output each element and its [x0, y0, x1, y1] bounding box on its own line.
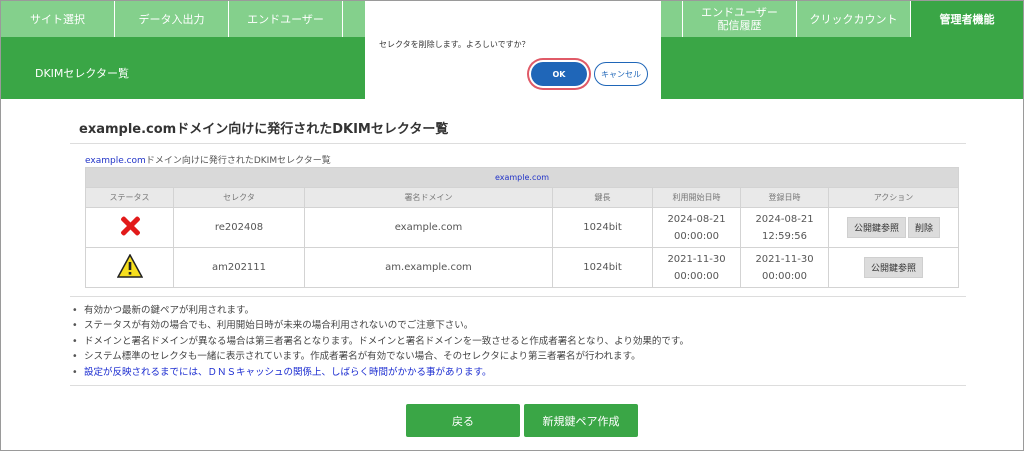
col-header-action: アクション	[828, 187, 959, 208]
ok-button[interactable]: OK	[531, 62, 587, 86]
col-header-key-length: 鍵長	[552, 187, 653, 208]
create-key-pair-button[interactable]: 新規鍵ペア作成	[524, 404, 638, 437]
page-title: example.comドメイン向けに発行されたDKIMセレクター覧	[79, 122, 449, 137]
dialog-message: セレクタを削除します。よろしいですか？	[379, 40, 530, 49]
sign-domain-cell: example.com	[304, 207, 553, 248]
start-date-cell: 2021-11-30 00:00:00	[652, 247, 741, 288]
tab-site-select[interactable]: サイト選択	[1, 1, 115, 37]
table-row: re202408 example.com 1024bit 2024-08-21 0…	[85, 207, 959, 248]
tab-end-user[interactable]: エンドユーザー	[229, 1, 343, 37]
warning-icon	[116, 254, 143, 278]
note-item: 設定が反映されるまでには、ＤＮＳキャッシュの関係上、しばらく時間がかかる事があり…	[72, 365, 689, 380]
reg-date: 2021-11-30	[755, 253, 814, 265]
divider	[70, 143, 966, 144]
reg-date-cell: 2021-11-30 00:00:00	[740, 247, 829, 288]
status-cell	[85, 207, 174, 248]
reg-time: 12:59:56	[762, 230, 807, 242]
col-header-reg-date: 登録日時	[740, 187, 829, 208]
col-header-sign-domain: 署名ドメイン	[304, 187, 553, 208]
start-time: 00:00:00	[674, 270, 719, 282]
col-header-start-date: 利用開始日時	[652, 187, 741, 208]
public-key-button[interactable]: 公開鍵参照	[863, 257, 923, 278]
key-length-cell: 1024bit	[552, 247, 653, 288]
start-date: 2021-11-30	[667, 253, 726, 265]
table-caption: example.comドメイン向けに発行されたDKIMセレクター覧	[85, 153, 331, 166]
caption-text: ドメイン向けに発行されたDKIMセレクター覧	[145, 156, 331, 166]
note-item: ステータスが有効の場合でも、利用開始日時が未来の場合利用されないのでご注意下さい…	[72, 318, 689, 333]
key-length-cell: 1024bit	[552, 207, 653, 248]
reg-date-cell: 2024-08-21 12:59:56	[740, 207, 829, 248]
error-x-icon	[120, 216, 140, 236]
tab-data-io[interactable]: データ入出力	[115, 1, 229, 37]
divider	[70, 385, 966, 386]
note-item: ドメインと署名ドメインが異なる場合は第三者署名となります。ドメインと署名ドメイン…	[72, 334, 689, 349]
tab-delivery-history[interactable]: エンドユーザー 配信履歴	[683, 1, 797, 37]
divider	[70, 296, 966, 297]
selector-cell: am202111	[173, 247, 305, 288]
start-date: 2024-08-21	[667, 213, 726, 225]
action-cell: 公開鍵参照 削除	[828, 207, 959, 248]
public-key-button[interactable]: 公開鍵参照	[846, 217, 906, 238]
note-item: システム標準のセレクタも一緒に表示されています。作成者署名が有効でない場合、その…	[72, 349, 689, 364]
col-header-selector: セレクタ	[173, 187, 305, 208]
tab-admin[interactable]: 管理者機能	[911, 1, 1023, 37]
action-cell: 公開鍵参照	[828, 247, 959, 288]
table-row: am202111 am.example.com 1024bit 2021-11-…	[85, 247, 959, 288]
band-title: DKIMセレクター覧	[35, 67, 129, 80]
back-button[interactable]: 戻る	[406, 404, 520, 437]
table-domain-header: example.com	[85, 167, 959, 188]
selector-table: example.com ステータス セレクタ 署名ドメイン 鍵長 利用開始日時 …	[85, 167, 959, 288]
cancel-button[interactable]: キャンセル	[594, 62, 648, 86]
start-date-cell: 2024-08-21 00:00:00	[652, 207, 741, 248]
reg-date: 2024-08-21	[755, 213, 814, 225]
delete-button[interactable]: 削除	[908, 217, 941, 238]
caption-domain-link[interactable]: example.com	[85, 156, 146, 166]
col-header-status: ステータス	[85, 187, 174, 208]
start-time: 00:00:00	[674, 230, 719, 242]
notes-list: 有効かつ最新の鍵ペアが利用されます。 ステータスが有効の場合でも、利用開始日時が…	[72, 303, 689, 380]
status-cell	[85, 247, 174, 288]
sign-domain-cell: am.example.com	[304, 247, 553, 288]
reg-time: 00:00:00	[762, 270, 807, 282]
note-item: 有効かつ最新の鍵ペアが利用されます。	[72, 303, 689, 318]
selector-cell: re202408	[173, 207, 305, 248]
tab-click-count[interactable]: クリックカウント	[797, 1, 911, 37]
